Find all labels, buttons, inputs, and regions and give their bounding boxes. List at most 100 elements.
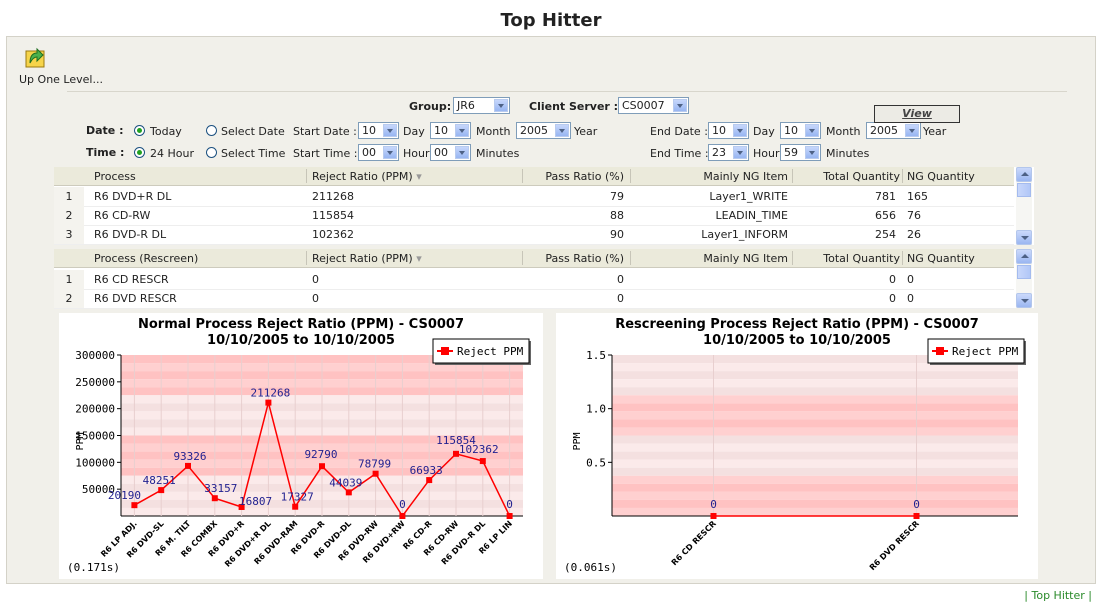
x-tick-label: R6 DVD+R DL [223, 519, 273, 569]
start-month-label: Month [476, 125, 511, 138]
chart-title: Normal Process Reject Ratio (PPM) - CS00… [138, 317, 464, 332]
select-time-radio[interactable] [206, 147, 217, 158]
end-hour-label: Hour [753, 147, 780, 160]
data-point [399, 513, 406, 519]
column-header-pass-ratio[interactable]: Pass Ratio (%) [524, 252, 624, 265]
24-hour-label: 24 Hour [150, 147, 194, 160]
cell-ng-qty: 165 [907, 190, 928, 203]
scroll-thumb[interactable] [1017, 183, 1031, 197]
vertical-scrollbar[interactable] [1016, 249, 1032, 308]
data-label: 211268 [251, 387, 291, 400]
column-header-ng-qty[interactable]: NG Quantity [907, 252, 975, 265]
chevron-down-icon [805, 146, 819, 159]
chart-subtitle: 10/10/2005 to 10/10/2005 [207, 333, 395, 348]
select-date-radio[interactable] [206, 125, 217, 136]
legend-marker [936, 347, 944, 355]
cell-reject-ratio: 0 [312, 273, 319, 286]
data-point [913, 513, 920, 519]
table-row[interactable]: 3 R6 DVD-R DL 102362 90 Layer1_INFORM 25… [54, 225, 1014, 245]
column-header-reject-ratio-label: Reject Ratio (PPM) [312, 252, 413, 265]
row-number: 1 [54, 187, 84, 206]
column-header-process[interactable]: Process [94, 170, 136, 183]
data-point [710, 513, 717, 519]
start-year-value: 2005 [520, 124, 548, 137]
chevron-down-icon [455, 124, 469, 137]
sort-desc-icon: ▾ [416, 170, 422, 183]
data-label: 20190 [108, 489, 141, 502]
column-header-total-qty[interactable]: Total Quantity [794, 252, 900, 265]
end-hour-select[interactable]: 23 [708, 144, 749, 161]
group-select[interactable]: JR6 [453, 97, 510, 114]
sort-desc-icon: ▾ [416, 252, 422, 265]
scroll-thumb[interactable] [1017, 265, 1031, 279]
start-year-label: Year [574, 125, 598, 138]
y-tick-label: 1.5 [586, 349, 606, 362]
end-month-select[interactable]: 10 [780, 122, 821, 139]
end-year-select[interactable]: 2005 [866, 122, 921, 139]
normal-process-chart: Normal Process Reject Ratio (PPM) - CS00… [59, 313, 543, 579]
vertical-scrollbar[interactable] [1016, 167, 1032, 245]
start-day-value: 10 [362, 124, 376, 137]
footer-top-hitter-link[interactable]: | Top Hitter | [1024, 589, 1092, 602]
cell-total-qty: 0 [889, 273, 896, 286]
scroll-down-icon[interactable] [1016, 230, 1032, 245]
column-header-total-qty[interactable]: Total Quantity [794, 170, 900, 183]
column-divider [902, 251, 903, 265]
start-minutes-select[interactable]: 00 [430, 144, 471, 161]
start-month-select[interactable]: 10 [430, 122, 471, 139]
start-day-select[interactable]: 10 [358, 122, 399, 139]
column-header-ng-item[interactable]: Mainly NG Item [632, 252, 788, 265]
data-point [131, 502, 138, 509]
today-radio[interactable] [134, 125, 145, 136]
scroll-up-icon[interactable] [1016, 167, 1032, 182]
column-header-process[interactable]: Process (Rescreen) [94, 252, 198, 265]
scroll-up-icon[interactable] [1016, 249, 1032, 264]
start-year-select[interactable]: 2005 [516, 122, 571, 139]
plot-band [612, 395, 1018, 404]
group-value: JR6 [457, 99, 475, 112]
table-row[interactable]: 2 R6 DVD RESCR 0 0 0 0 [54, 289, 1014, 309]
data-point [265, 399, 272, 406]
legend-label: Reject PPM [952, 345, 1019, 358]
column-header-pass-ratio[interactable]: Pass Ratio (%) [524, 170, 624, 183]
table-header: Process (Rescreen) Reject Ratio (PPM) ▾ … [54, 249, 1014, 268]
client-server-value: CS0007 [622, 99, 665, 112]
up-one-level-label[interactable]: Up One Level... [19, 73, 103, 86]
table-row[interactable]: 2 R6 CD-RW 115854 88 LEADIN_TIME 656 76 [54, 206, 1014, 226]
data-label: 78799 [358, 458, 391, 471]
data-label: 0 [506, 498, 513, 511]
start-hour-select[interactable]: 00 [358, 144, 399, 161]
data-label: 16807 [239, 495, 272, 508]
column-header-reject-ratio[interactable]: Reject Ratio (PPM) ▾ [312, 170, 422, 183]
table-row[interactable]: 1 R6 CD RESCR 0 0 0 0 [54, 270, 1014, 290]
plot-band [612, 459, 1018, 468]
plot-band [612, 483, 1018, 492]
24-hour-radio[interactable] [134, 147, 145, 158]
end-minutes-select[interactable]: 59 [780, 144, 821, 161]
data-label: 0 [913, 498, 920, 511]
column-header-reject-ratio[interactable]: Reject Ratio (PPM) ▾ [312, 252, 422, 265]
data-point [345, 489, 352, 496]
chart-title: Rescreening Process Reject Ratio (PPM) -… [615, 317, 979, 332]
up-arrow-folder-icon[interactable] [24, 43, 46, 69]
y-tick-label: 1.0 [586, 403, 606, 416]
cell-process: R6 DVD-R DL [94, 228, 167, 241]
end-day-select[interactable]: 10 [708, 122, 749, 139]
plot-band [612, 387, 1018, 396]
end-minutes-label: Minutes [826, 147, 870, 160]
client-server-select[interactable]: CS0007 [618, 97, 689, 114]
column-header-ng-qty[interactable]: NG Quantity [907, 170, 975, 183]
y-tick-label: 300000 [75, 349, 115, 362]
data-label: 0 [710, 498, 717, 511]
plot-band [612, 379, 1018, 388]
view-button[interactable]: View [874, 105, 960, 123]
scroll-down-icon[interactable] [1016, 293, 1032, 308]
data-point [185, 462, 191, 469]
today-label: Today [150, 125, 182, 138]
cell-reject-ratio: 0 [312, 292, 319, 305]
column-header-ng-item[interactable]: Mainly NG Item [632, 170, 788, 183]
cell-process: R6 DVD+R DL [94, 190, 172, 203]
cell-ng-item: Layer1_WRITE [709, 190, 788, 203]
table-row[interactable]: 1 R6 DVD+R DL 211268 79 Layer1_WRITE 781… [54, 187, 1014, 207]
plot-band [612, 403, 1018, 412]
